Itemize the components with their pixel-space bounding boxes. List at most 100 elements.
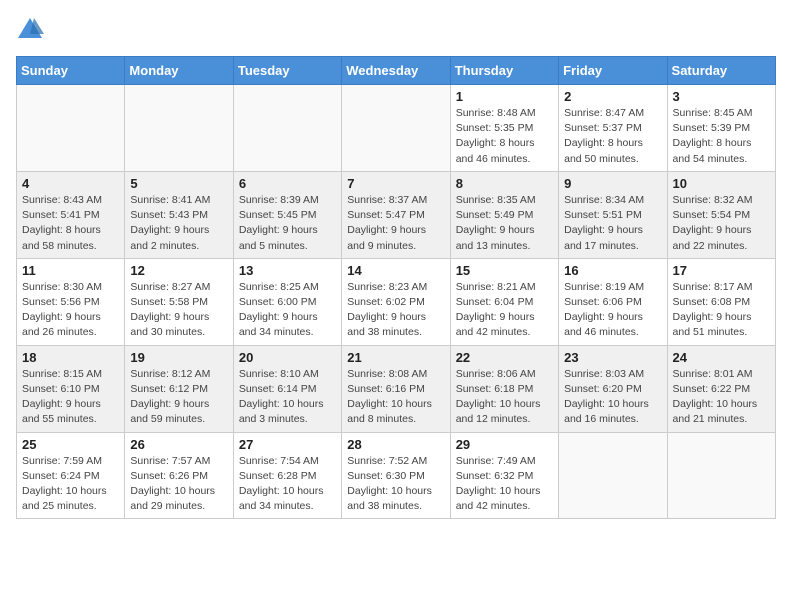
calendar-day: 2 Sunrise: 8:47 AM Sunset: 5:37 PM Daylig…	[559, 85, 667, 172]
day-info: Sunrise: 8:27 AM Sunset: 5:58 PM Dayligh…	[130, 280, 227, 341]
calendar-day: 13Sunrise: 8:25 AM Sunset: 6:00 PM Dayli…	[233, 258, 341, 345]
calendar-day: 5 Sunrise: 8:41 AM Sunset: 5:43 PM Daylig…	[125, 171, 233, 258]
day-number: 14	[347, 263, 444, 278]
day-info: Sunrise: 8:21 AM Sunset: 6:04 PM Dayligh…	[456, 280, 553, 341]
day-number: 21	[347, 350, 444, 365]
day-info: Sunrise: 8:12 AM Sunset: 6:12 PM Dayligh…	[130, 367, 227, 428]
day-info: Sunrise: 8:37 AM Sunset: 5:47 PM Dayligh…	[347, 193, 444, 254]
day-info: Sunrise: 8:47 AM Sunset: 5:37 PM Dayligh…	[564, 106, 661, 167]
calendar-day: 22 Sunrise: 8:06 AM Sunset: 6:18 PM Dayli…	[450, 345, 558, 432]
page-header	[16, 16, 776, 44]
calendar-day: 24 Sunrise: 8:01 AM Sunset: 6:22 PM Dayli…	[667, 345, 775, 432]
calendar-week-row: 4 Sunrise: 8:43 AM Sunset: 5:41 PM Daylig…	[17, 171, 776, 258]
calendar-day: 11 Sunrise: 8:30 AM Sunset: 5:56 PM Dayli…	[17, 258, 125, 345]
calendar-day: 7 Sunrise: 8:37 AM Sunset: 5:47 PM Daylig…	[342, 171, 450, 258]
day-number: 19	[130, 350, 227, 365]
day-number: 13	[239, 263, 336, 278]
day-info: Sunrise: 8:06 AM Sunset: 6:18 PM Dayligh…	[456, 367, 553, 428]
calendar-day	[667, 432, 775, 519]
calendar-day	[342, 85, 450, 172]
calendar-weekday-wednesday: Wednesday	[342, 57, 450, 85]
day-number: 5	[130, 176, 227, 191]
day-info: Sunrise: 8:08 AM Sunset: 6:16 PM Dayligh…	[347, 367, 444, 428]
calendar-day: 14 Sunrise: 8:23 AM Sunset: 6:02 PM Dayli…	[342, 258, 450, 345]
day-info: Sunrise: 8:03 AM Sunset: 6:20 PM Dayligh…	[564, 367, 661, 428]
calendar-day: 28 Sunrise: 7:52 AM Sunset: 6:30 PM Dayli…	[342, 432, 450, 519]
day-info: Sunrise: 7:59 AM Sunset: 6:24 PM Dayligh…	[22, 454, 119, 515]
calendar-day: 29 Sunrise: 7:49 AM Sunset: 6:32 PM Dayli…	[450, 432, 558, 519]
calendar-day	[17, 85, 125, 172]
day-number: 6	[239, 176, 336, 191]
day-info: Sunrise: 8:35 AM Sunset: 5:49 PM Dayligh…	[456, 193, 553, 254]
calendar-weekday-monday: Monday	[125, 57, 233, 85]
calendar-day: 1Sunrise: 8:48 AM Sunset: 5:35 PM Daylig…	[450, 85, 558, 172]
logo-icon	[16, 16, 44, 44]
day-info: Sunrise: 8:39 AM Sunset: 5:45 PM Dayligh…	[239, 193, 336, 254]
day-info: Sunrise: 8:45 AM Sunset: 5:39 PM Dayligh…	[673, 106, 770, 167]
day-info: Sunrise: 8:23 AM Sunset: 6:02 PM Dayligh…	[347, 280, 444, 341]
day-number: 9	[564, 176, 661, 191]
day-number: 22	[456, 350, 553, 365]
calendar-weekday-friday: Friday	[559, 57, 667, 85]
calendar-week-row: 11 Sunrise: 8:30 AM Sunset: 5:56 PM Dayli…	[17, 258, 776, 345]
calendar-day: 12 Sunrise: 8:27 AM Sunset: 5:58 PM Dayli…	[125, 258, 233, 345]
day-number: 23	[564, 350, 661, 365]
calendar-day: 26 Sunrise: 7:57 AM Sunset: 6:26 PM Dayli…	[125, 432, 233, 519]
calendar-day: 10Sunrise: 8:32 AM Sunset: 5:54 PM Dayli…	[667, 171, 775, 258]
day-info: Sunrise: 8:34 AM Sunset: 5:51 PM Dayligh…	[564, 193, 661, 254]
day-number: 11	[22, 263, 119, 278]
calendar-week-row: 25 Sunrise: 7:59 AM Sunset: 6:24 PM Dayli…	[17, 432, 776, 519]
calendar-week-row: 18 Sunrise: 8:15 AM Sunset: 6:10 PM Dayli…	[17, 345, 776, 432]
calendar-week-row: 1Sunrise: 8:48 AM Sunset: 5:35 PM Daylig…	[17, 85, 776, 172]
day-number: 18	[22, 350, 119, 365]
logo	[16, 16, 48, 44]
calendar-weekday-thursday: Thursday	[450, 57, 558, 85]
day-number: 26	[130, 437, 227, 452]
day-info: Sunrise: 8:48 AM Sunset: 5:35 PM Dayligh…	[456, 106, 553, 167]
day-info: Sunrise: 7:52 AM Sunset: 6:30 PM Dayligh…	[347, 454, 444, 515]
day-number: 4	[22, 176, 119, 191]
calendar-table: SundayMondayTuesdayWednesdayThursdayFrid…	[16, 56, 776, 519]
day-info: Sunrise: 8:43 AM Sunset: 5:41 PM Dayligh…	[22, 193, 119, 254]
day-info: Sunrise: 8:01 AM Sunset: 6:22 PM Dayligh…	[673, 367, 770, 428]
day-number: 7	[347, 176, 444, 191]
calendar-day: 9 Sunrise: 8:34 AM Sunset: 5:51 PM Daylig…	[559, 171, 667, 258]
calendar-day: 21 Sunrise: 8:08 AM Sunset: 6:16 PM Dayli…	[342, 345, 450, 432]
calendar-weekday-tuesday: Tuesday	[233, 57, 341, 85]
calendar-day: 6 Sunrise: 8:39 AM Sunset: 5:45 PM Daylig…	[233, 171, 341, 258]
calendar-weekday-saturday: Saturday	[667, 57, 775, 85]
day-number: 28	[347, 437, 444, 452]
day-number: 25	[22, 437, 119, 452]
calendar-day: 20Sunrise: 8:10 AM Sunset: 6:14 PM Dayli…	[233, 345, 341, 432]
day-number: 20	[239, 350, 336, 365]
calendar-weekday-sunday: Sunday	[17, 57, 125, 85]
calendar-day: 18 Sunrise: 8:15 AM Sunset: 6:10 PM Dayli…	[17, 345, 125, 432]
day-info: Sunrise: 8:30 AM Sunset: 5:56 PM Dayligh…	[22, 280, 119, 341]
day-number: 3	[673, 89, 770, 104]
day-number: 8	[456, 176, 553, 191]
day-number: 10	[673, 176, 770, 191]
day-number: 15	[456, 263, 553, 278]
calendar-day: 19 Sunrise: 8:12 AM Sunset: 6:12 PM Dayli…	[125, 345, 233, 432]
day-info: Sunrise: 7:57 AM Sunset: 6:26 PM Dayligh…	[130, 454, 227, 515]
calendar-day: 23 Sunrise: 8:03 AM Sunset: 6:20 PM Dayli…	[559, 345, 667, 432]
calendar-day: 16 Sunrise: 8:19 AM Sunset: 6:06 PM Dayli…	[559, 258, 667, 345]
calendar-day: 17Sunrise: 8:17 AM Sunset: 6:08 PM Dayli…	[667, 258, 775, 345]
day-info: Sunrise: 7:49 AM Sunset: 6:32 PM Dayligh…	[456, 454, 553, 515]
calendar-day: 27 Sunrise: 7:54 AM Sunset: 6:28 PM Dayli…	[233, 432, 341, 519]
day-info: Sunrise: 7:54 AM Sunset: 6:28 PM Dayligh…	[239, 454, 336, 515]
day-number: 17	[673, 263, 770, 278]
day-number: 12	[130, 263, 227, 278]
calendar-header-row: SundayMondayTuesdayWednesdayThursdayFrid…	[17, 57, 776, 85]
calendar-day: 4 Sunrise: 8:43 AM Sunset: 5:41 PM Daylig…	[17, 171, 125, 258]
day-info: Sunrise: 8:19 AM Sunset: 6:06 PM Dayligh…	[564, 280, 661, 341]
calendar-day: 25 Sunrise: 7:59 AM Sunset: 6:24 PM Dayli…	[17, 432, 125, 519]
day-number: 24	[673, 350, 770, 365]
day-number: 16	[564, 263, 661, 278]
day-info: Sunrise: 8:41 AM Sunset: 5:43 PM Dayligh…	[130, 193, 227, 254]
calendar-day	[559, 432, 667, 519]
day-number: 29	[456, 437, 553, 452]
day-info: Sunrise: 8:15 AM Sunset: 6:10 PM Dayligh…	[22, 367, 119, 428]
day-number: 2	[564, 89, 661, 104]
day-number: 27	[239, 437, 336, 452]
